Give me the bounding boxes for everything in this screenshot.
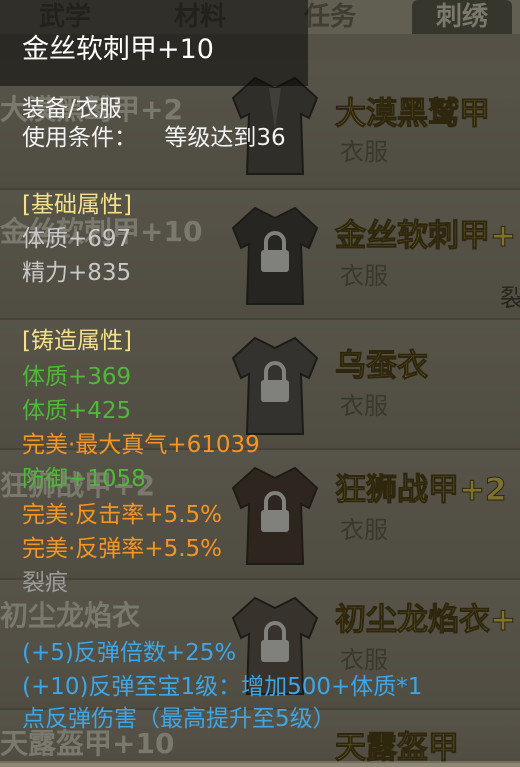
set-effect: 点反弹伤害（最高提升至5级） xyxy=(22,706,336,732)
requirement-label: 使用条件： xyxy=(22,125,137,151)
base-attributes-header: [基础属性] xyxy=(22,192,132,218)
requirement-value: 等级达到36 xyxy=(164,125,286,151)
forge-attribute: 体质+369 xyxy=(22,364,132,390)
forge-attribute: 完美·反击率+5.5% xyxy=(22,502,223,528)
forge-attribute: 完美·最大真气+61039 xyxy=(22,432,260,458)
base-attribute: 精力+835 xyxy=(22,260,132,286)
item-tooltip: 金丝软刺甲+10 装备/衣服 使用条件： 等级达到36 [基础属性] 体质+69… xyxy=(0,0,520,761)
forge-attribute: 体质+425 xyxy=(22,398,132,424)
set-effect: (+5)反弹倍数+25% xyxy=(22,640,237,666)
set-effect: (+10)反弹至宝1级：增加500+体质*1 xyxy=(22,674,423,700)
base-attribute: 体质+697 xyxy=(22,226,132,252)
forge-attribute: 裂痕 xyxy=(22,570,68,596)
forge-attribute: 完美·反弹率+5.5% xyxy=(22,536,223,562)
forge-attributes-header: [铸造属性] xyxy=(22,328,132,354)
item-title: 金丝软刺甲+10 xyxy=(22,34,214,65)
forge-attribute: 防御+1058 xyxy=(22,466,146,492)
item-category: 装备/衣服 xyxy=(22,96,122,122)
requirement-row: 使用条件： 等级达到36 xyxy=(22,123,286,153)
